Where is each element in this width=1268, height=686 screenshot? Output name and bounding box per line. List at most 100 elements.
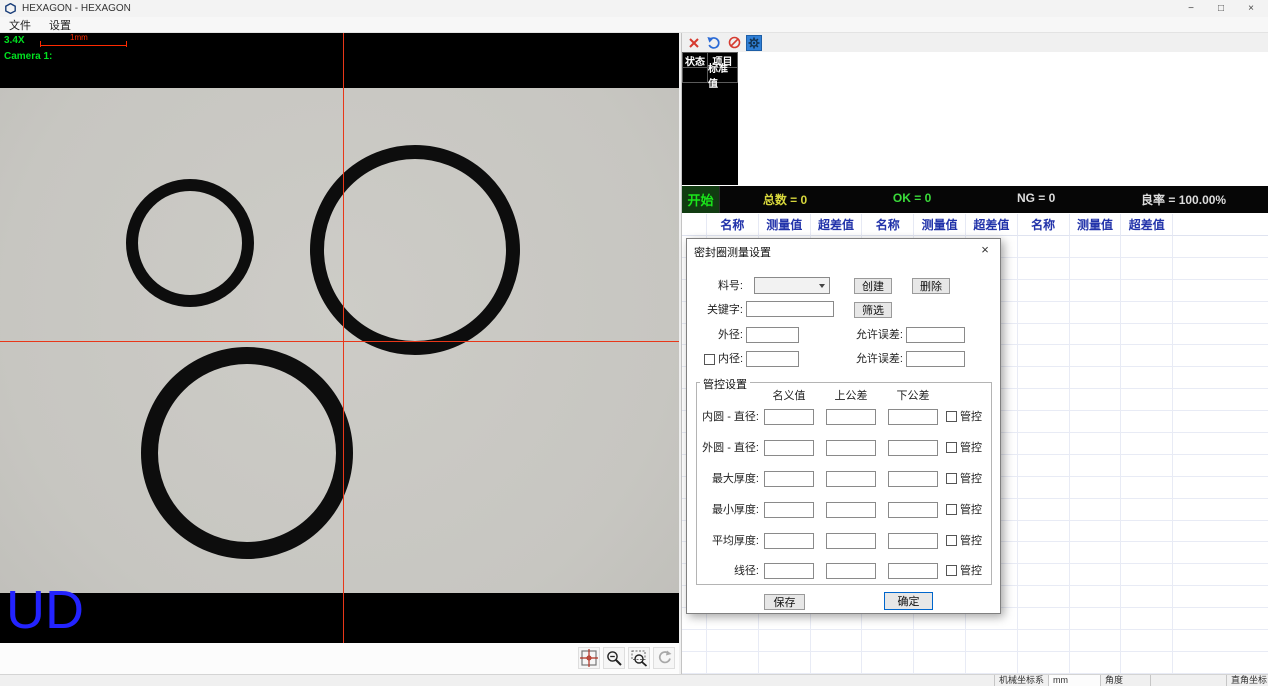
result-cell xyxy=(1173,477,1268,499)
outer-diameter-input[interactable] xyxy=(746,327,799,343)
result-cell xyxy=(1121,324,1173,346)
minimize-button[interactable]: − xyxy=(1176,0,1206,17)
menu-settings[interactable]: 设置 xyxy=(40,17,80,33)
result-cell xyxy=(1121,367,1173,389)
avg-thickness-lower-input[interactable] xyxy=(888,533,938,549)
result-cell xyxy=(682,652,707,674)
outer-diameter-label: 外径: xyxy=(705,329,743,341)
max-thickness-nominal-input[interactable] xyxy=(764,471,814,487)
result-cell xyxy=(1173,433,1268,455)
settings-gear-icon[interactable] xyxy=(746,35,762,51)
result-cell xyxy=(1018,630,1070,652)
disable-icon[interactable] xyxy=(726,35,742,51)
result-cell xyxy=(1070,389,1122,411)
result-col-value-1: 测量值 xyxy=(759,214,811,236)
create-button[interactable]: 创建 xyxy=(854,278,892,294)
result-cell xyxy=(1018,367,1070,389)
inner-diameter-checkbox[interactable] xyxy=(704,354,715,365)
zoom-out-icon[interactable] xyxy=(603,647,625,669)
outer-dia-control-checkbox[interactable] xyxy=(946,442,957,453)
result-cell xyxy=(1070,521,1122,543)
refresh-icon[interactable] xyxy=(653,647,675,669)
nominal-column-header: 名义值 xyxy=(764,390,814,402)
scale-bar: 1mm xyxy=(40,36,127,47)
start-button[interactable]: 开始 xyxy=(682,186,720,213)
ok-count: OK = 0 xyxy=(893,191,931,208)
max-thickness-lower-input[interactable] xyxy=(888,471,938,487)
yield-rate: 良率 = 100.00% xyxy=(1141,191,1226,208)
max-thickness-upper-input[interactable] xyxy=(826,471,876,487)
min-thickness-lower-input[interactable] xyxy=(888,502,938,518)
maximize-button[interactable]: □ xyxy=(1206,0,1236,17)
result-cell xyxy=(1018,302,1070,324)
delete-button[interactable]: 删除 xyxy=(912,278,950,294)
result-cell xyxy=(1173,542,1268,564)
filter-button[interactable]: 筛选 xyxy=(854,302,892,318)
coordinate-mode-status: 直角坐标 xyxy=(1226,675,1268,686)
avg-thickness-nominal-input[interactable] xyxy=(764,533,814,549)
delete-item-icon[interactable] xyxy=(686,35,702,51)
result-cell xyxy=(1121,521,1173,543)
camera-name-label: Camera 1: xyxy=(4,51,52,62)
result-cell xyxy=(1018,564,1070,586)
inspect-col-standard: 标准值 xyxy=(707,67,738,83)
outer-dia-lower-input[interactable] xyxy=(888,440,938,456)
result-cell xyxy=(1018,411,1070,433)
result-cell xyxy=(1070,236,1122,258)
outer-tolerance-input[interactable] xyxy=(906,327,965,343)
result-cell xyxy=(1121,608,1173,630)
result-cell xyxy=(1018,652,1070,674)
wire-dia-lower-input[interactable] xyxy=(888,563,938,579)
control-label: 管控 xyxy=(960,442,986,454)
keyword-label: 关键字: xyxy=(693,304,743,316)
min-thickness-nominal-input[interactable] xyxy=(764,502,814,518)
result-cell xyxy=(1121,302,1173,324)
result-cell xyxy=(1070,542,1122,564)
result-table-header: 名称 测量值 超差值 名称 测量值 超差值 名称 测量值 超差值 xyxy=(682,214,1268,236)
zoom-region-icon[interactable] xyxy=(628,647,650,669)
inner-diameter-input[interactable] xyxy=(746,351,799,367)
part-number-select[interactable] xyxy=(754,277,830,294)
avg-thickness-control-checkbox[interactable] xyxy=(946,535,957,546)
save-button[interactable]: 保存 xyxy=(764,594,805,610)
result-cell xyxy=(707,652,759,674)
result-row xyxy=(682,630,1268,652)
result-row xyxy=(682,652,1268,674)
result-cell xyxy=(1121,499,1173,521)
undo-icon[interactable] xyxy=(706,35,722,51)
ok-button[interactable]: 确定 xyxy=(884,592,933,610)
menu-file[interactable]: 文件 xyxy=(0,17,40,33)
result-cell xyxy=(1173,345,1268,367)
wire-dia-control-checkbox[interactable] xyxy=(946,565,957,576)
result-cell xyxy=(1018,433,1070,455)
dialog-close-button[interactable]: × xyxy=(970,239,1000,259)
result-cell xyxy=(1070,280,1122,302)
close-button[interactable]: × xyxy=(1236,0,1266,17)
outer-dia-upper-input[interactable] xyxy=(826,440,876,456)
result-cell xyxy=(1121,411,1173,433)
inner-tolerance-input[interactable] xyxy=(906,351,965,367)
title-bar: HEXAGON - HEXAGON − □ × xyxy=(0,0,1268,17)
inner-dia-nominal-input[interactable] xyxy=(764,409,814,425)
result-cell xyxy=(1173,258,1268,280)
min-thickness-upper-input[interactable] xyxy=(826,502,876,518)
stage-center-button[interactable] xyxy=(578,647,600,669)
keyword-input[interactable] xyxy=(746,301,834,317)
result-cell xyxy=(1121,564,1173,586)
inner-dia-lower-input[interactable] xyxy=(888,409,938,425)
result-cell xyxy=(1070,411,1122,433)
result-cell xyxy=(811,652,863,674)
result-col-dev-3: 超差值 xyxy=(1121,214,1173,236)
inner-dia-upper-input[interactable] xyxy=(826,409,876,425)
result-cell xyxy=(1121,477,1173,499)
wire-dia-upper-input[interactable] xyxy=(826,563,876,579)
max-thickness-control-checkbox[interactable] xyxy=(946,473,957,484)
min-thickness-control-checkbox[interactable] xyxy=(946,504,957,515)
wire-dia-nominal-input[interactable] xyxy=(764,563,814,579)
angle-status: 角度 xyxy=(1100,675,1150,686)
outer-dia-nominal-input[interactable] xyxy=(764,440,814,456)
inner-dia-control-checkbox[interactable] xyxy=(946,411,957,422)
result-cell xyxy=(1173,367,1268,389)
result-cell xyxy=(1121,630,1173,652)
avg-thickness-upper-input[interactable] xyxy=(826,533,876,549)
